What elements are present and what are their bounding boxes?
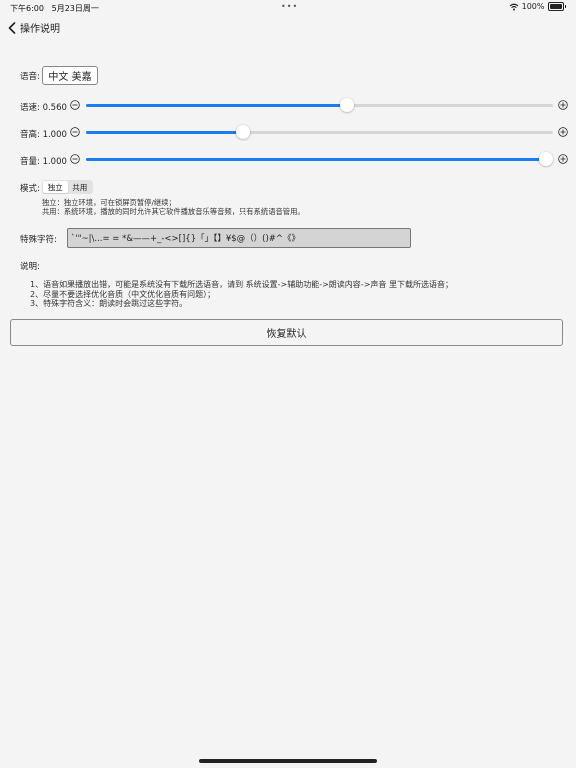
status-time: 下午6:00 — [10, 4, 44, 13]
status-date: 5月23日周一 — [51, 4, 99, 13]
volume-slider-fill — [86, 158, 546, 161]
rate-label: 语速: 0.560 — [20, 103, 67, 113]
pitch-slider-fill — [86, 131, 243, 134]
pitch-slider-thumb[interactable] — [235, 125, 250, 139]
rate-minus-icon[interactable] — [70, 100, 80, 110]
volume-slider[interactable] — [86, 152, 553, 166]
home-indicator[interactable] — [199, 759, 377, 763]
mode-desc-shared: 共用：系统环境，播放的同时允许其它软件播放音乐等音频，只有系统语音管用。 — [42, 207, 305, 216]
mode-label: 模式: — [20, 184, 40, 194]
rate-plus-icon[interactable] — [558, 100, 568, 110]
pitch-plus-icon[interactable] — [558, 127, 568, 137]
volume-minus-icon[interactable] — [70, 154, 80, 164]
chevron-left-icon — [8, 21, 16, 34]
battery-icon — [547, 2, 564, 11]
note-item-3: 3、特殊字符含义：朗读时会跳过这些字符。 — [30, 299, 188, 308]
voice-label: 语音: — [20, 72, 40, 82]
pitch-label: 音高: 1.000 — [20, 130, 67, 140]
status-bar: 下午6:00 5月23日周一 ••• 100% — [0, 0, 576, 14]
mode-segmented-control: 独立 共用 — [42, 180, 93, 194]
rate-slider-thumb[interactable] — [339, 98, 354, 112]
rate-slider-fill — [86, 104, 347, 107]
back-button[interactable]: 操作说明 — [8, 20, 60, 35]
status-time-date: 下午6:00 5月23日周一 — [10, 3, 99, 14]
battery-tip — [564, 5, 566, 8]
voice-select-button[interactable]: 中文 美嘉 — [42, 66, 98, 85]
multitask-dots[interactable]: ••• — [281, 2, 298, 11]
mode-option-shared[interactable]: 共用 — [68, 181, 93, 193]
back-title: 操作说明 — [20, 24, 60, 35]
volume-slider-thumb[interactable] — [538, 152, 553, 166]
mode-option-independent[interactable]: 独立 — [43, 181, 68, 193]
status-right: 100% — [509, 2, 566, 11]
volume-plus-icon[interactable] — [558, 154, 568, 164]
rate-slider[interactable] — [86, 98, 553, 112]
special-chars-field[interactable]: `'"~|\...= = *&——+_-<>[]{}「」【】¥$@（）()#^《… — [67, 228, 411, 248]
pitch-minus-icon[interactable] — [70, 127, 80, 137]
volume-label: 音量: 1.000 — [20, 157, 67, 167]
wifi-icon — [509, 3, 518, 10]
reset-defaults-button[interactable]: 恢复默认 — [10, 319, 563, 346]
pitch-slider[interactable] — [86, 125, 553, 139]
battery-percent: 100% — [521, 2, 545, 11]
special-chars-label: 特殊字符: — [20, 235, 57, 245]
notes-title: 说明: — [20, 262, 40, 272]
